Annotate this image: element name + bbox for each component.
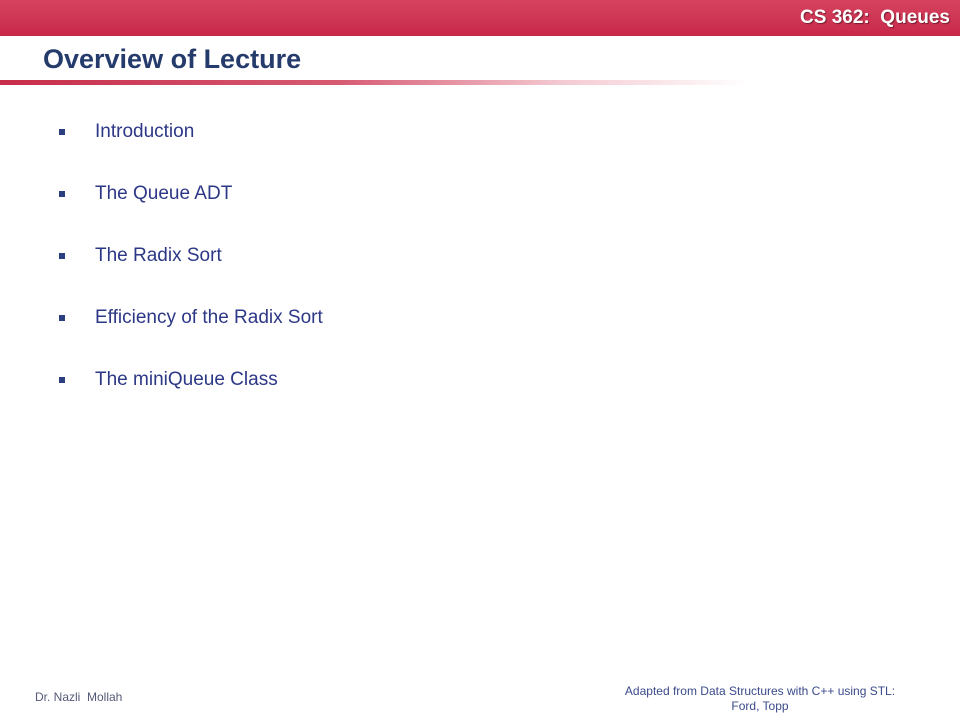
- list-item: The miniQueue Class: [58, 368, 323, 430]
- header-bar: CS 362: Queues: [0, 0, 960, 36]
- square-bullet-icon: [59, 253, 65, 259]
- bullet-text: The miniQueue Class: [95, 369, 278, 390]
- square-bullet-icon: [59, 315, 65, 321]
- bullet-text: Introduction: [95, 121, 195, 142]
- credit-line-2: Ford, Topp: [731, 699, 789, 713]
- list-item: Efficiency of the Radix Sort: [58, 306, 323, 368]
- square-bullet-icon: [59, 191, 65, 197]
- square-bullet-icon: [59, 129, 65, 135]
- source-credit: Adapted from Data Structures with C++ us…: [590, 684, 930, 714]
- title-underline: [0, 80, 750, 85]
- list-item: The Queue ADT: [58, 182, 323, 244]
- bullet-text: The Queue ADT: [95, 183, 233, 204]
- square-bullet-icon: [59, 377, 65, 383]
- author-name: Dr. Nazli Mollah: [35, 690, 123, 704]
- bullet-list: Introduction The Queue ADT The Radix Sor…: [58, 120, 323, 430]
- course-title: CS 362: Queues: [800, 7, 950, 28]
- bullet-text: Efficiency of the Radix Sort: [95, 307, 323, 328]
- bullet-text: The Radix Sort: [95, 245, 222, 266]
- credit-line-1: Adapted from Data Structures with C++ us…: [624, 684, 896, 698]
- list-item: The Radix Sort: [58, 244, 323, 306]
- slide-title: Overview of Lecture: [43, 44, 302, 74]
- list-item: Introduction: [58, 120, 323, 182]
